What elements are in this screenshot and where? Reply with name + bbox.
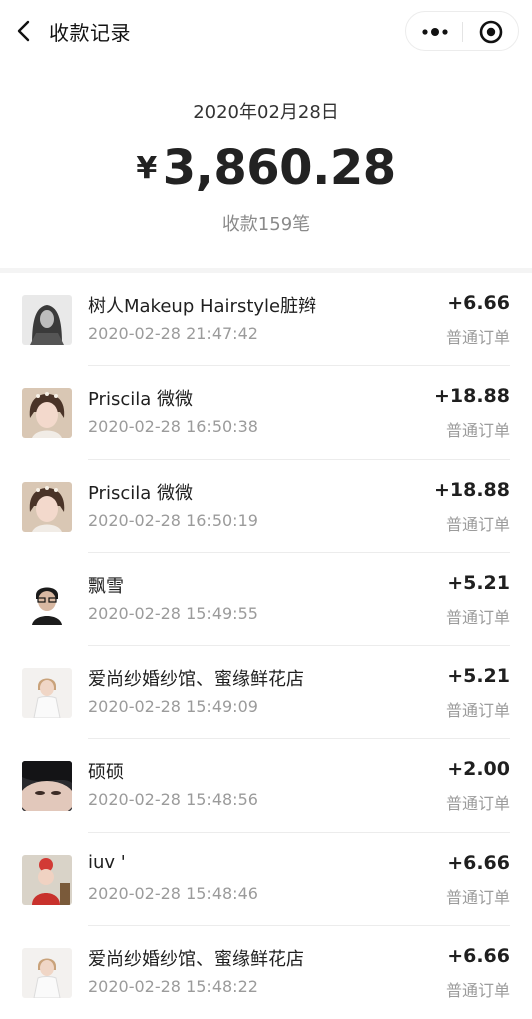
order-type: 普通订单 xyxy=(445,701,510,721)
order-type: 普通订单 xyxy=(445,794,510,814)
payment-time: 2020-02-28 15:49:55 xyxy=(88,603,258,623)
avatar xyxy=(22,388,72,439)
payer-name: iuv ' xyxy=(88,851,126,873)
avatar-image xyxy=(22,854,72,905)
avatar xyxy=(22,948,72,999)
avatar-image xyxy=(22,574,72,625)
avatar xyxy=(22,761,72,812)
capsule-divider xyxy=(462,22,463,42)
avatar-image xyxy=(22,948,72,999)
target-close-icon[interactable] xyxy=(478,19,504,45)
avatar xyxy=(22,295,72,345)
avatar-image xyxy=(22,761,72,812)
payment-amount: +6.66 xyxy=(447,292,510,314)
payer-name: 树人Makeup Hairstyle脏辫 xyxy=(88,296,317,317)
avatar xyxy=(22,668,72,719)
order-type: 普通订单 xyxy=(445,887,510,907)
avatar xyxy=(22,854,72,905)
payer-name: 硕硕 xyxy=(88,762,124,784)
currency-symbol: ¥ xyxy=(136,151,157,186)
summary-total: ¥3,860.28 xyxy=(0,140,532,196)
list-item[interactable]: Priscila 微微 2020-02-28 16:50:38 +18.88 普… xyxy=(0,366,532,460)
summary-date: 2020年02月28日 xyxy=(193,102,339,123)
order-type: 普通订单 xyxy=(445,514,510,534)
avatar-image xyxy=(22,481,72,532)
more-dots-icon[interactable] xyxy=(418,22,452,42)
records-list: 树人Makeup Hairstyle脏辫 2020-02-28 21:47:42… xyxy=(0,273,532,1019)
payment-time: 2020-02-28 15:48:56 xyxy=(88,790,258,810)
order-type: 普通订单 xyxy=(445,421,510,441)
avatar-image xyxy=(22,668,72,719)
nav-bar: 收款记录 xyxy=(0,0,532,62)
payment-time: 2020-02-28 15:48:46 xyxy=(88,883,258,903)
payment-amount: +2.00 xyxy=(447,758,510,781)
payer-name: 爱尚纱婚纱馆、蜜缘鲜花店 xyxy=(88,669,304,691)
list-item[interactable]: Priscila 微微 2020-02-28 16:50:19 +18.88 普… xyxy=(0,460,532,554)
payment-amount: +5.21 xyxy=(447,665,510,688)
payment-time: 2020-02-28 15:48:22 xyxy=(88,977,258,997)
list-item[interactable]: 爱尚纱婚纱馆、蜜缘鲜花店 2020-02-28 15:49:09 +5.21 普… xyxy=(0,646,532,740)
list-item[interactable]: iuv ' 2020-02-28 15:48:46 +6.66 普通订单 xyxy=(0,833,532,927)
chevron-left-icon[interactable] xyxy=(12,18,38,44)
payment-amount: +6.66 xyxy=(447,945,510,968)
page-title: 收款记录 xyxy=(49,21,131,45)
avatar xyxy=(22,481,72,532)
total-amount: 3,860.28 xyxy=(162,140,396,196)
payment-time: 2020-02-28 16:50:38 xyxy=(88,417,258,437)
list-item[interactable]: 爱尚纱婚纱馆、蜜缘鲜花店 2020-02-28 15:48:22 +6.66 普… xyxy=(0,926,532,1019)
summary-section: 2020年02月28日 ¥3,860.28 收款159笔 xyxy=(0,62,532,268)
order-type: 普通订单 xyxy=(445,607,510,627)
order-type: 普通订单 xyxy=(445,328,510,347)
avatar-image xyxy=(22,388,72,439)
payment-time: 2020-02-28 15:49:09 xyxy=(88,697,258,717)
payer-name: Priscila 微微 xyxy=(88,482,193,504)
list-item[interactable]: 硕硕 2020-02-28 15:48:56 +2.00 普通订单 xyxy=(0,739,532,834)
payment-time: 2020-02-28 21:47:42 xyxy=(88,324,258,343)
list-item[interactable]: 树人Makeup Hairstyle脏辫 2020-02-28 21:47:42… xyxy=(0,273,532,367)
payment-amount: +6.66 xyxy=(447,851,510,874)
payment-count: 收款159笔 xyxy=(221,214,311,235)
payer-name: Priscila 微微 xyxy=(88,389,193,411)
payer-name: 爱尚纱婚纱馆、蜜缘鲜花店 xyxy=(88,949,304,971)
payer-name: 飘雪 xyxy=(88,575,124,597)
avatar-image xyxy=(22,295,72,345)
avatar xyxy=(22,574,72,625)
order-type: 普通订单 xyxy=(445,981,510,1001)
payment-time: 2020-02-28 16:50:19 xyxy=(88,510,258,530)
payment-amount: +5.21 xyxy=(447,571,510,594)
list-item[interactable]: 飘雪 2020-02-28 15:49:55 +5.21 普通订单 xyxy=(0,553,532,647)
mini-program-capsule xyxy=(405,11,519,51)
payment-amount: +18.88 xyxy=(433,478,510,501)
payment-amount: +18.88 xyxy=(433,385,510,408)
